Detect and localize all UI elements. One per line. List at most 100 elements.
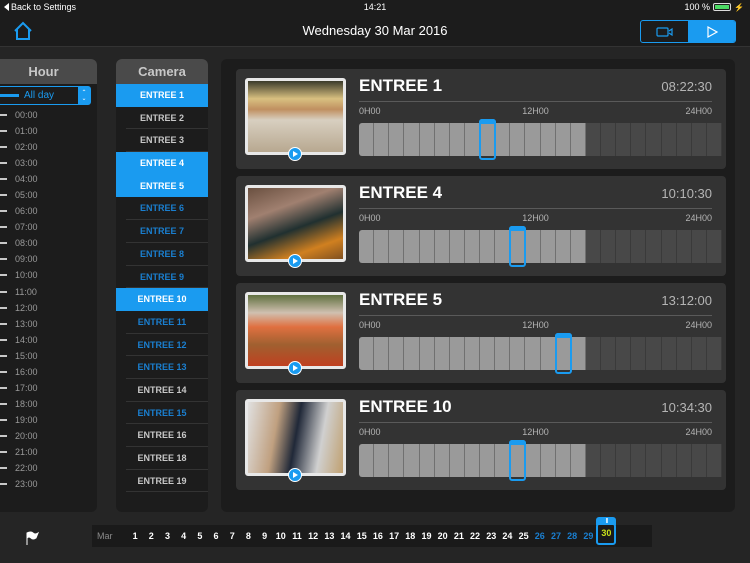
timeline-hour-segment[interactable] — [570, 123, 586, 156]
day-item[interactable]: 29 — [580, 531, 596, 541]
camera-item[interactable]: ENTREE 12 — [116, 334, 208, 357]
camera-thumbnail[interactable] — [245, 185, 346, 262]
timeline-hour-segment[interactable] — [434, 337, 450, 370]
timeline-hour-segment[interactable] — [616, 123, 632, 156]
timeline-hour-segment[interactable] — [706, 230, 722, 263]
day-item[interactable]: 6 — [208, 531, 224, 541]
hour-item[interactable]: 04:00 — [0, 171, 38, 187]
timeline-hour-segment[interactable] — [374, 123, 390, 156]
day-item[interactable]: 24 — [499, 531, 515, 541]
day-item[interactable]: 11 — [289, 531, 305, 541]
timeline-hour-segment[interactable] — [691, 444, 707, 477]
timeline-hour-segment[interactable] — [676, 444, 692, 477]
timeline-hour-segment[interactable] — [661, 123, 677, 156]
timeline-hour-segment[interactable] — [706, 123, 722, 156]
timeline-hour-segment[interactable] — [540, 230, 556, 263]
hour-item[interactable]: 02:00 — [0, 139, 38, 155]
timeline-hour-segment[interactable] — [691, 230, 707, 263]
day-item[interactable]: 1 — [127, 531, 143, 541]
timeline-hour-segment[interactable] — [540, 444, 556, 477]
timeline-hour-segment[interactable] — [585, 444, 601, 477]
play-button[interactable] — [288, 468, 302, 482]
timeline-hour-segment[interactable] — [601, 230, 617, 263]
day-item[interactable]: 19 — [418, 531, 434, 541]
timeline-hour-segment[interactable] — [449, 337, 465, 370]
day-item[interactable]: 7 — [224, 531, 240, 541]
hour-selector[interactable]: All day ⌃ ⌄ — [0, 86, 91, 105]
hour-item[interactable]: 15:00 — [0, 348, 38, 364]
timeline-hour-segment[interactable] — [646, 337, 662, 370]
recording-timeline[interactable] — [359, 226, 722, 267]
camera-item[interactable]: ENTREE 14 — [116, 379, 208, 402]
timeline-hour-segment[interactable] — [374, 444, 390, 477]
camera-thumbnail[interactable] — [245, 78, 346, 155]
play-button[interactable] — [288, 361, 302, 375]
day-item[interactable]: 17 — [386, 531, 402, 541]
camera-item[interactable]: ENTREE 2 — [116, 107, 208, 130]
timeline-hour-segment[interactable] — [449, 230, 465, 263]
hour-item[interactable]: 21:00 — [0, 444, 38, 460]
timeline-hour-segment[interactable] — [540, 123, 556, 156]
timeline-hour-segment[interactable] — [646, 444, 662, 477]
camera-item[interactable]: ENTREE 11 — [116, 311, 208, 334]
camera-item[interactable]: ENTREE 10 — [116, 288, 208, 311]
timeline-hour-segment[interactable] — [495, 230, 511, 263]
hour-item[interactable]: 00:00 — [0, 107, 38, 123]
hour-item[interactable]: 16:00 — [0, 364, 38, 380]
day-item[interactable]: 13 — [321, 531, 337, 541]
hour-item[interactable]: 09:00 — [0, 251, 38, 267]
camera-thumbnail[interactable] — [245, 292, 346, 369]
timeline-hour-segment[interactable] — [631, 444, 647, 477]
recording-timeline[interactable] — [359, 333, 722, 374]
day-item[interactable]: 10 — [273, 531, 289, 541]
timeline-hour-segment[interactable] — [676, 230, 692, 263]
hour-item[interactable]: 05:00 — [0, 187, 38, 203]
timeline-hour-segment[interactable] — [616, 444, 632, 477]
day-item[interactable]: 25 — [516, 531, 532, 541]
timeline-hour-segment[interactable] — [631, 123, 647, 156]
hour-item[interactable]: 12:00 — [0, 300, 38, 316]
timeline-hour-segment[interactable] — [480, 337, 496, 370]
timeline-hour-segment[interactable] — [389, 230, 405, 263]
camera-item[interactable]: ENTREE 19 — [116, 470, 208, 493]
timeline-hour-segment[interactable] — [419, 123, 435, 156]
day-item[interactable]: 15 — [354, 531, 370, 541]
timeline-hour-segment[interactable] — [570, 444, 586, 477]
timeline-hour-segment[interactable] — [404, 123, 420, 156]
timeline-hour-segment[interactable] — [631, 337, 647, 370]
hour-item[interactable]: 01:00 — [0, 123, 38, 139]
camera-item[interactable]: ENTREE 3 — [116, 129, 208, 152]
hour-item[interactable]: 08:00 — [0, 235, 38, 251]
timeline-hour-segment[interactable] — [374, 230, 390, 263]
day-item[interactable]: 2 — [143, 531, 159, 541]
camera-item[interactable]: ENTREE 15 — [116, 402, 208, 425]
camera-item[interactable]: ENTREE 18 — [116, 447, 208, 470]
timeline-hour-segment[interactable] — [464, 444, 480, 477]
day-item[interactable]: 20 — [435, 531, 451, 541]
hour-item[interactable]: 19:00 — [0, 412, 38, 428]
play-button[interactable] — [288, 147, 302, 161]
camera-item[interactable]: ENTREE 5 — [116, 174, 208, 198]
day-item[interactable]: 8 — [240, 531, 256, 541]
timeline-hour-segment[interactable] — [359, 123, 375, 156]
day-item[interactable]: 16 — [370, 531, 386, 541]
timeline-hour-segment[interactable] — [419, 444, 435, 477]
timeline-hour-segment[interactable] — [464, 123, 480, 156]
hour-item[interactable]: 07:00 — [0, 219, 38, 235]
timeline-hour-segment[interactable] — [510, 123, 526, 156]
timeline-hour-segment[interactable] — [616, 230, 632, 263]
timeline-hour-segment[interactable] — [404, 444, 420, 477]
timeline-hour-segment[interactable] — [525, 230, 541, 263]
day-item[interactable]: 28 — [564, 531, 580, 541]
timeline-hour-segment[interactable] — [495, 444, 511, 477]
recording-timeline[interactable] — [359, 119, 722, 160]
timeline-hour-segment[interactable] — [570, 230, 586, 263]
hour-item[interactable]: 18:00 — [0, 396, 38, 412]
camera-item[interactable]: ENTREE 9 — [116, 266, 208, 289]
timeline-hour-segment[interactable] — [495, 337, 511, 370]
day-item[interactable]: 26 — [532, 531, 548, 541]
timeline-hour-segment[interactable] — [616, 337, 632, 370]
timeline-hour-segment[interactable] — [631, 230, 647, 263]
hour-item[interactable]: 17:00 — [0, 380, 38, 396]
timeline-cursor-handle[interactable] — [509, 226, 527, 267]
